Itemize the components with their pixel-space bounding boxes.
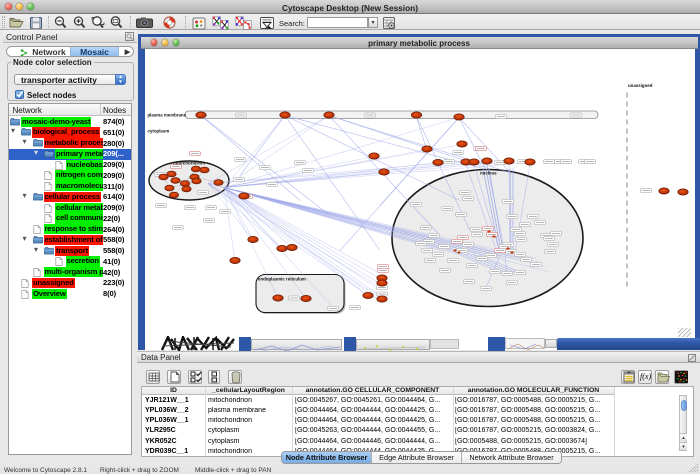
svg-text:plasma membrane: plasma membrane xyxy=(148,112,187,117)
svg-text:endoplasmic reticulum: endoplasmic reticulum xyxy=(258,276,306,281)
svg-text:nucleus: nucleus xyxy=(480,170,497,175)
svg-text:cytoplasm: cytoplasm xyxy=(148,128,170,133)
svg-text:unassigned: unassigned xyxy=(628,83,653,88)
svg-text:mitochondrion: mitochondrion xyxy=(173,160,205,165)
